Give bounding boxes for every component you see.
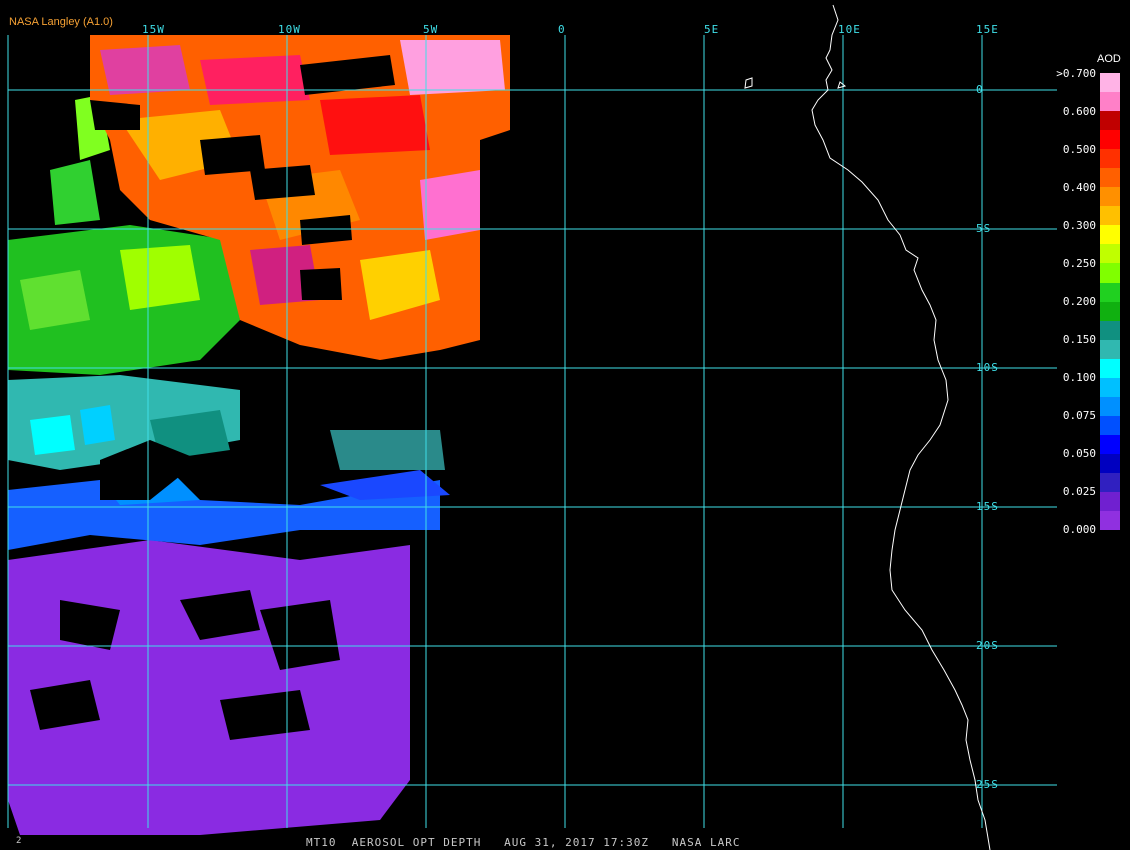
lat-label-5s: 5S [976, 222, 992, 235]
legend-swatch [1100, 511, 1120, 531]
legend-tick: 0.500 [1062, 143, 1096, 156]
lat-label-20s: 20S [976, 639, 999, 652]
legend-tick: 0.300 [1062, 219, 1096, 232]
legend-swatch [1100, 492, 1120, 512]
lon-label-10e: 10E [838, 23, 861, 36]
aod-color-bar [1100, 73, 1120, 531]
legend-tick: 0.600 [1062, 105, 1096, 118]
legend-tick: 0.150 [1062, 333, 1096, 346]
legend-swatch [1100, 130, 1120, 150]
legend-tick: 0.400 [1062, 181, 1096, 194]
legend-swatch [1100, 358, 1120, 378]
lon-label-15w: 15W [142, 23, 165, 36]
legend-tick: 0.025 [1062, 485, 1096, 498]
legend-swatch [1100, 301, 1120, 321]
legend-swatch [1100, 320, 1120, 340]
legend-swatch [1100, 206, 1120, 226]
legend-swatch [1100, 111, 1120, 131]
legend-swatch [1100, 472, 1120, 493]
lat-label-0: 0 [976, 83, 984, 96]
legend-tick: 0.200 [1062, 295, 1096, 308]
legend-swatch [1100, 73, 1120, 93]
lat-label-25s: 25S [976, 778, 999, 791]
legend-swatch [1100, 168, 1120, 188]
legend-swatch [1100, 187, 1120, 207]
lon-label-5w: 5W [423, 23, 439, 36]
caption-text: MT10 AEROSOL OPT DEPTH AUG 31, 2017 17:3… [306, 836, 741, 849]
legend-tick: 0.050 [1062, 447, 1096, 460]
lat-label-15s: 15S [976, 500, 999, 513]
legend-swatch [1100, 396, 1120, 416]
lon-label-10w: 10W [278, 23, 301, 36]
legend-swatch [1100, 92, 1120, 112]
legend-swatch [1100, 263, 1120, 283]
legend-swatch [1100, 339, 1120, 359]
lat-label-10s: 10S [976, 361, 999, 374]
lon-label-0: 0 [558, 23, 566, 36]
legend-swatch [1100, 244, 1120, 264]
legend-tick: 0.000 [1062, 523, 1096, 536]
legend-tick: >0.700 [1056, 67, 1096, 80]
caption-bar: MT10 AEROSOL OPT DEPTH AUG 31, 2017 17:3… [0, 834, 1130, 850]
lon-label-15e: 15E [976, 23, 999, 36]
legend-swatch [1100, 282, 1120, 302]
legend-tick: 0.250 [1062, 257, 1096, 270]
aod-map [0, 0, 1130, 850]
legend-swatch [1100, 453, 1120, 473]
legend-tick: 0.100 [1062, 371, 1096, 384]
legend-swatch [1100, 377, 1120, 397]
legend-swatch [1100, 415, 1120, 435]
legend-swatch [1100, 225, 1120, 245]
legend-title: AOD [1097, 53, 1121, 65]
legend-tick: 0.075 [1062, 409, 1096, 422]
credit-label: NASA Langley (A1.0) [9, 16, 113, 28]
legend-swatch [1100, 434, 1120, 454]
legend-swatch [1100, 149, 1120, 169]
lon-label-5e: 5E [704, 23, 720, 36]
